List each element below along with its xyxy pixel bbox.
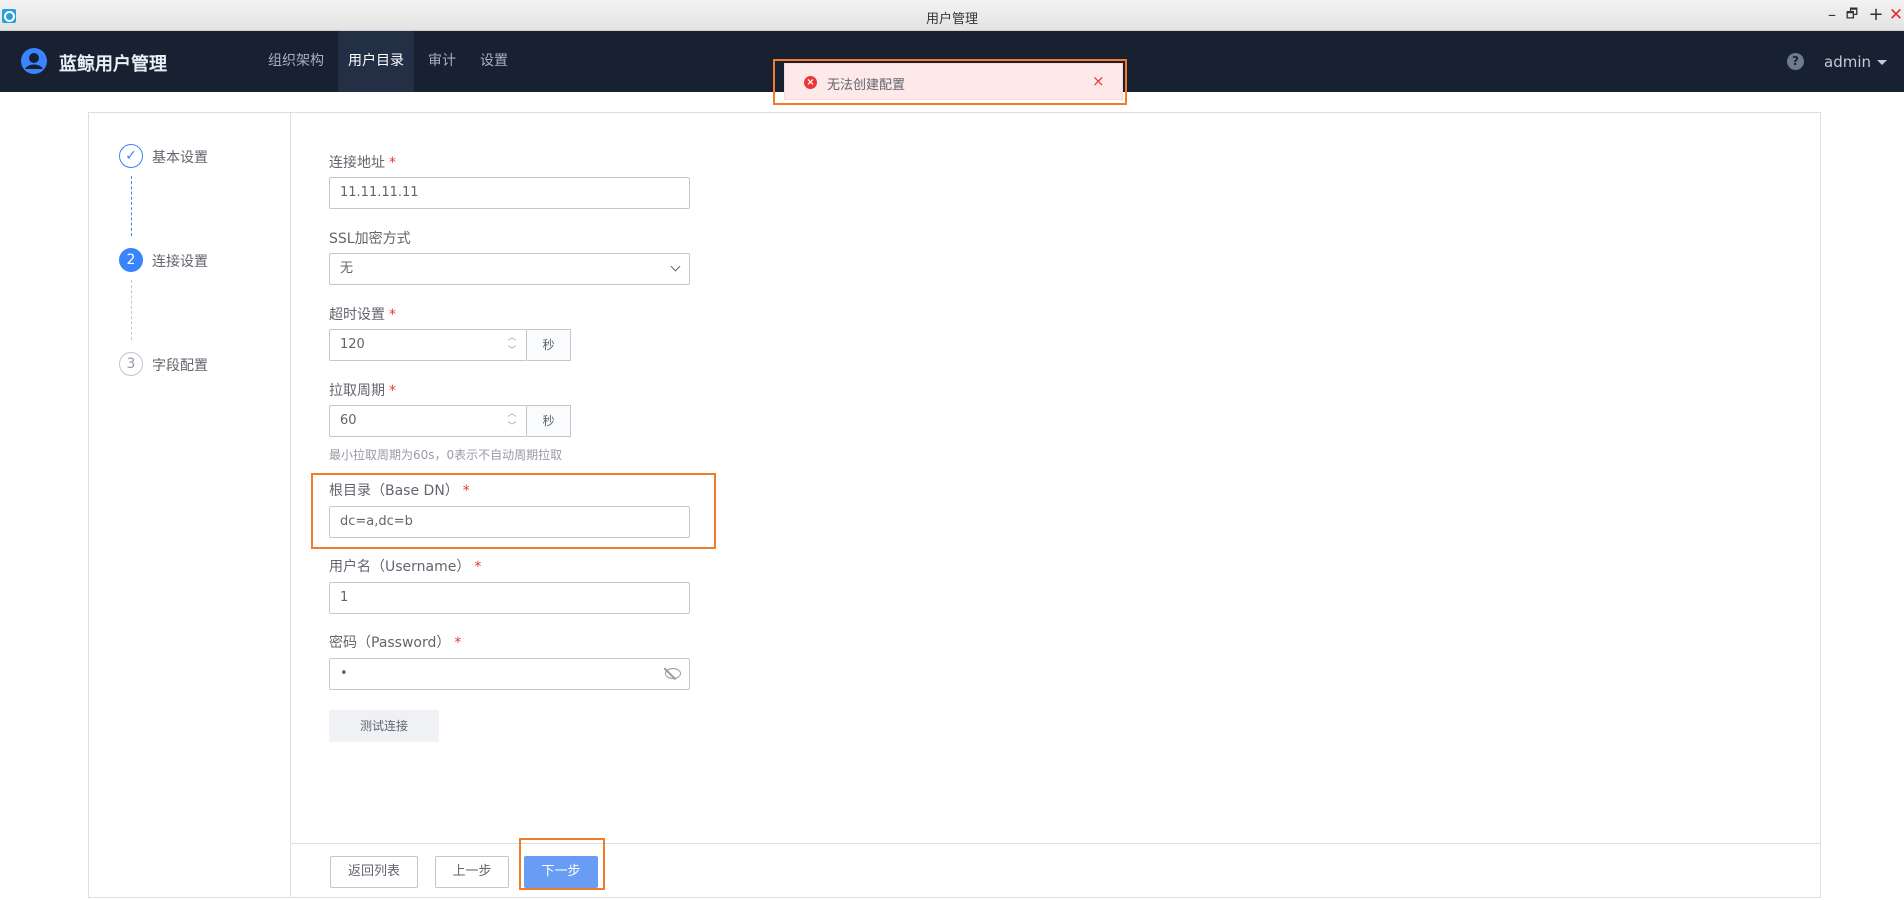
pull-period-label: 拉取周期 *	[329, 383, 396, 399]
brand-title: 蓝鲸用户管理	[59, 54, 167, 75]
step-label: 基本设置	[152, 150, 208, 166]
window-titlebar: 用户管理 – 🗗 + ✕	[0, 0, 1904, 31]
window-title: 用户管理	[925, 12, 978, 27]
pull-period-input[interactable]: 60 ︿ ﹀	[329, 405, 527, 437]
user-menu[interactable]: admin	[1824, 53, 1887, 71]
step-number: 2	[119, 248, 143, 272]
username-input[interactable]: 1	[329, 582, 690, 614]
eye-hidden-icon[interactable]	[665, 668, 681, 679]
pull-period-hint: 最小拉取周期为60s，0表示不自动周期拉取	[329, 448, 563, 462]
pull-period-unit: 秒	[527, 405, 571, 437]
pull-period-value: 60	[340, 413, 357, 428]
ssl-select[interactable]: 无	[329, 253, 690, 285]
increment-icon[interactable]: ︿	[506, 333, 518, 343]
nav-user-directory[interactable]: 用户目录	[338, 31, 414, 92]
steps-sidebar: ✓ 基本设置 2 连接设置 3 字段配置	[89, 113, 291, 897]
decrement-icon[interactable]: ﹀	[506, 346, 518, 356]
ssl-value: 无	[340, 261, 354, 276]
chevron-down-icon	[670, 261, 681, 272]
nav-settings[interactable]: 设置	[470, 31, 518, 92]
next-button-highlight-box	[519, 838, 605, 890]
toast-highlight-box	[773, 59, 1127, 105]
username-label: admin	[1824, 53, 1871, 71]
step-number: 3	[119, 352, 143, 376]
prev-step-button[interactable]: 上一步	[435, 856, 509, 888]
step-label: 字段配置	[152, 358, 208, 374]
nav-audit[interactable]: 审计	[418, 31, 466, 92]
test-connection-button[interactable]: 测试连接	[329, 710, 439, 742]
step-connector	[131, 280, 132, 340]
step-label: 连接设置	[152, 254, 208, 270]
form-footer: 返回列表 上一步 下一步	[291, 838, 1820, 897]
address-label: 连接地址 *	[329, 155, 396, 171]
nav-org-structure[interactable]: 组织架构	[258, 31, 334, 92]
timeout-label: 超时设置 *	[329, 307, 396, 323]
base-dn-input[interactable]: dc=a,dc=b	[329, 506, 690, 538]
back-to-list-button[interactable]: 返回列表	[330, 856, 418, 888]
address-input[interactable]: 11.11.11.11	[329, 177, 690, 209]
password-value: •	[340, 666, 348, 681]
plus-icon[interactable]: +	[1866, 5, 1886, 25]
step-connector	[131, 176, 132, 236]
password-input[interactable]: •	[329, 658, 690, 690]
timeout-unit: 秒	[527, 329, 571, 361]
minimize-icon[interactable]: –	[1822, 5, 1842, 25]
ssl-label: SSL加密方式	[329, 231, 411, 247]
chevron-down-icon	[1877, 60, 1887, 65]
help-icon[interactable]: ?	[1787, 53, 1804, 70]
timeout-input[interactable]: 120 ︿ ﹀	[329, 329, 527, 361]
bluking-logo-icon	[21, 48, 47, 74]
config-card: ✓ 基本设置 2 连接设置 3 字段配置 连接地址 * 11.11.11.11 S…	[88, 112, 1821, 898]
check-icon: ✓	[119, 144, 143, 168]
decrement-icon[interactable]: ﹀	[506, 422, 518, 432]
increment-icon[interactable]: ︿	[506, 409, 518, 419]
base-dn-label: 根目录（Base DN） *	[329, 483, 470, 499]
timeout-value: 120	[340, 337, 365, 352]
username-field-label: 用户名（Username） *	[329, 559, 482, 575]
restore-icon[interactable]: 🗗	[1842, 5, 1862, 25]
close-window-icon[interactable]: ✕	[1886, 5, 1904, 25]
password-label: 密码（Password） *	[329, 635, 462, 651]
